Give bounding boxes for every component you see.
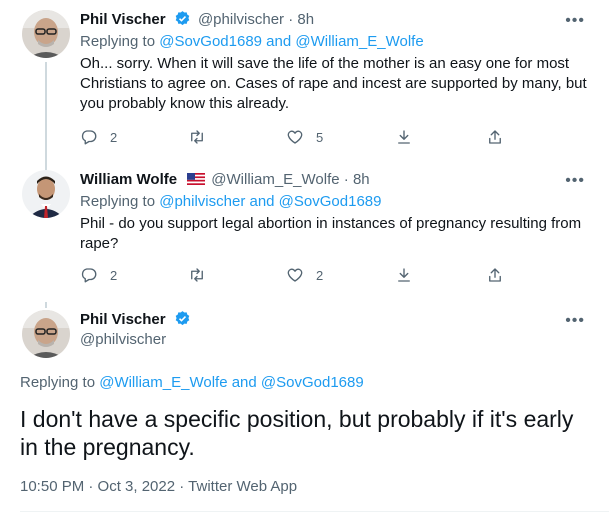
retweet-button[interactable] xyxy=(188,266,206,284)
share-icon xyxy=(489,268,501,282)
share-button[interactable] xyxy=(486,266,504,284)
verified-badge-icon xyxy=(175,11,190,26)
retweet-button[interactable] xyxy=(188,128,206,146)
reply-icon xyxy=(81,130,97,145)
like-button[interactable]: 5 xyxy=(286,128,323,146)
tweet-header: Phil Vischer @philvischer · 8h xyxy=(80,10,314,30)
replying-to-users[interactable]: @philvischer and @SovGod1689 xyxy=(159,193,381,210)
tweet-actions: 2 5 xyxy=(80,128,520,148)
author-handle[interactable]: @philvischer xyxy=(198,11,284,28)
thread-line xyxy=(45,162,47,168)
author-handle[interactable]: @philvischer xyxy=(80,330,166,350)
replying-to: Replying to @SovGod1689 and @William_E_W… xyxy=(80,32,424,52)
like-count: 2 xyxy=(316,267,324,283)
heart-icon xyxy=(287,130,303,144)
main-tweet-text: I don't have a specific position, but pr… xyxy=(20,406,574,460)
reply-count: 2 xyxy=(110,267,118,283)
replying-to: Replying to @philvischer and @SovGod1689 xyxy=(80,192,381,212)
tweet-time[interactable]: 8h xyxy=(297,11,314,28)
tweet-text: Oh... sorry. When it will save the life … xyxy=(80,55,587,112)
like-button[interactable]: 2 xyxy=(286,266,323,284)
divider xyxy=(20,511,609,512)
share-icon xyxy=(489,130,501,144)
tweet-time[interactable]: 8h xyxy=(353,171,370,188)
replying-to-users[interactable]: @SovGod1689 and @William_E_Wolfe xyxy=(159,33,423,50)
main-tweet: Phil Vischer @philvischer ••• Replying t… xyxy=(0,302,609,517)
thread-line xyxy=(45,62,47,172)
replying-to-users[interactable]: @William_E_Wolfe and @SovGod1689 xyxy=(99,374,363,391)
separator: · xyxy=(339,171,353,188)
tweet-text: Phil - do you support legal abortion in … xyxy=(80,215,582,252)
bookmark-button[interactable] xyxy=(395,128,413,146)
retweet-icon xyxy=(191,268,203,282)
replying-prefix: Replying to xyxy=(80,33,160,50)
author-name[interactable]: William Wolfe xyxy=(80,171,177,188)
share-button[interactable] xyxy=(486,128,504,146)
replying-to: Replying to @William_E_Wolfe and @SovGod… xyxy=(20,373,364,393)
separator: · xyxy=(284,11,298,28)
us-flag-icon xyxy=(187,173,206,185)
more-icon[interactable]: ••• xyxy=(565,172,585,190)
replying-prefix: Replying to xyxy=(80,193,160,210)
download-icon xyxy=(398,268,410,282)
reply-icon xyxy=(81,268,97,283)
bookmark-button[interactable] xyxy=(395,266,413,284)
tweet-metadata: 10:50 PM · Oct 3, 2022 · Twitter Web App xyxy=(20,477,297,497)
author-name: Phil Vischer xyxy=(80,310,194,330)
more-icon[interactable]: ••• xyxy=(565,312,585,330)
retweet-icon xyxy=(191,130,203,144)
like-count: 5 xyxy=(316,129,324,145)
reply-count: 2 xyxy=(110,129,118,145)
verified-badge-icon xyxy=(175,311,190,326)
reply-button[interactable]: 2 xyxy=(80,266,117,284)
tweet-2[interactable]: William Wolfe @William_E_Wolfe · 8h ••• … xyxy=(0,162,609,302)
tweet-actions: 2 2 xyxy=(80,266,520,286)
author-handle[interactable]: @William_E_Wolfe xyxy=(211,171,339,188)
reply-button[interactable]: 2 xyxy=(80,128,117,146)
heart-icon xyxy=(287,268,303,282)
download-icon xyxy=(398,130,410,144)
author-name[interactable]: Phil Vischer xyxy=(80,11,166,28)
source-app[interactable]: Twitter Web App xyxy=(188,478,297,495)
avatar-william-wolfe[interactable] xyxy=(22,170,70,218)
author-name-text[interactable]: Phil Vischer xyxy=(80,311,166,328)
timestamp[interactable]: 10:50 PM · Oct 3, 2022 · xyxy=(20,478,188,495)
tweet-1[interactable]: Phil Vischer @philvischer · 8h ••• Reply… xyxy=(0,10,609,172)
avatar-phil-vischer[interactable] xyxy=(22,10,70,58)
more-icon[interactable]: ••• xyxy=(565,12,585,30)
tweet-header: William Wolfe @William_E_Wolfe · 8h xyxy=(80,170,370,190)
avatar-phil-vischer[interactable] xyxy=(22,310,70,358)
replying-prefix: Replying to xyxy=(20,374,100,391)
thread-line xyxy=(45,302,47,308)
